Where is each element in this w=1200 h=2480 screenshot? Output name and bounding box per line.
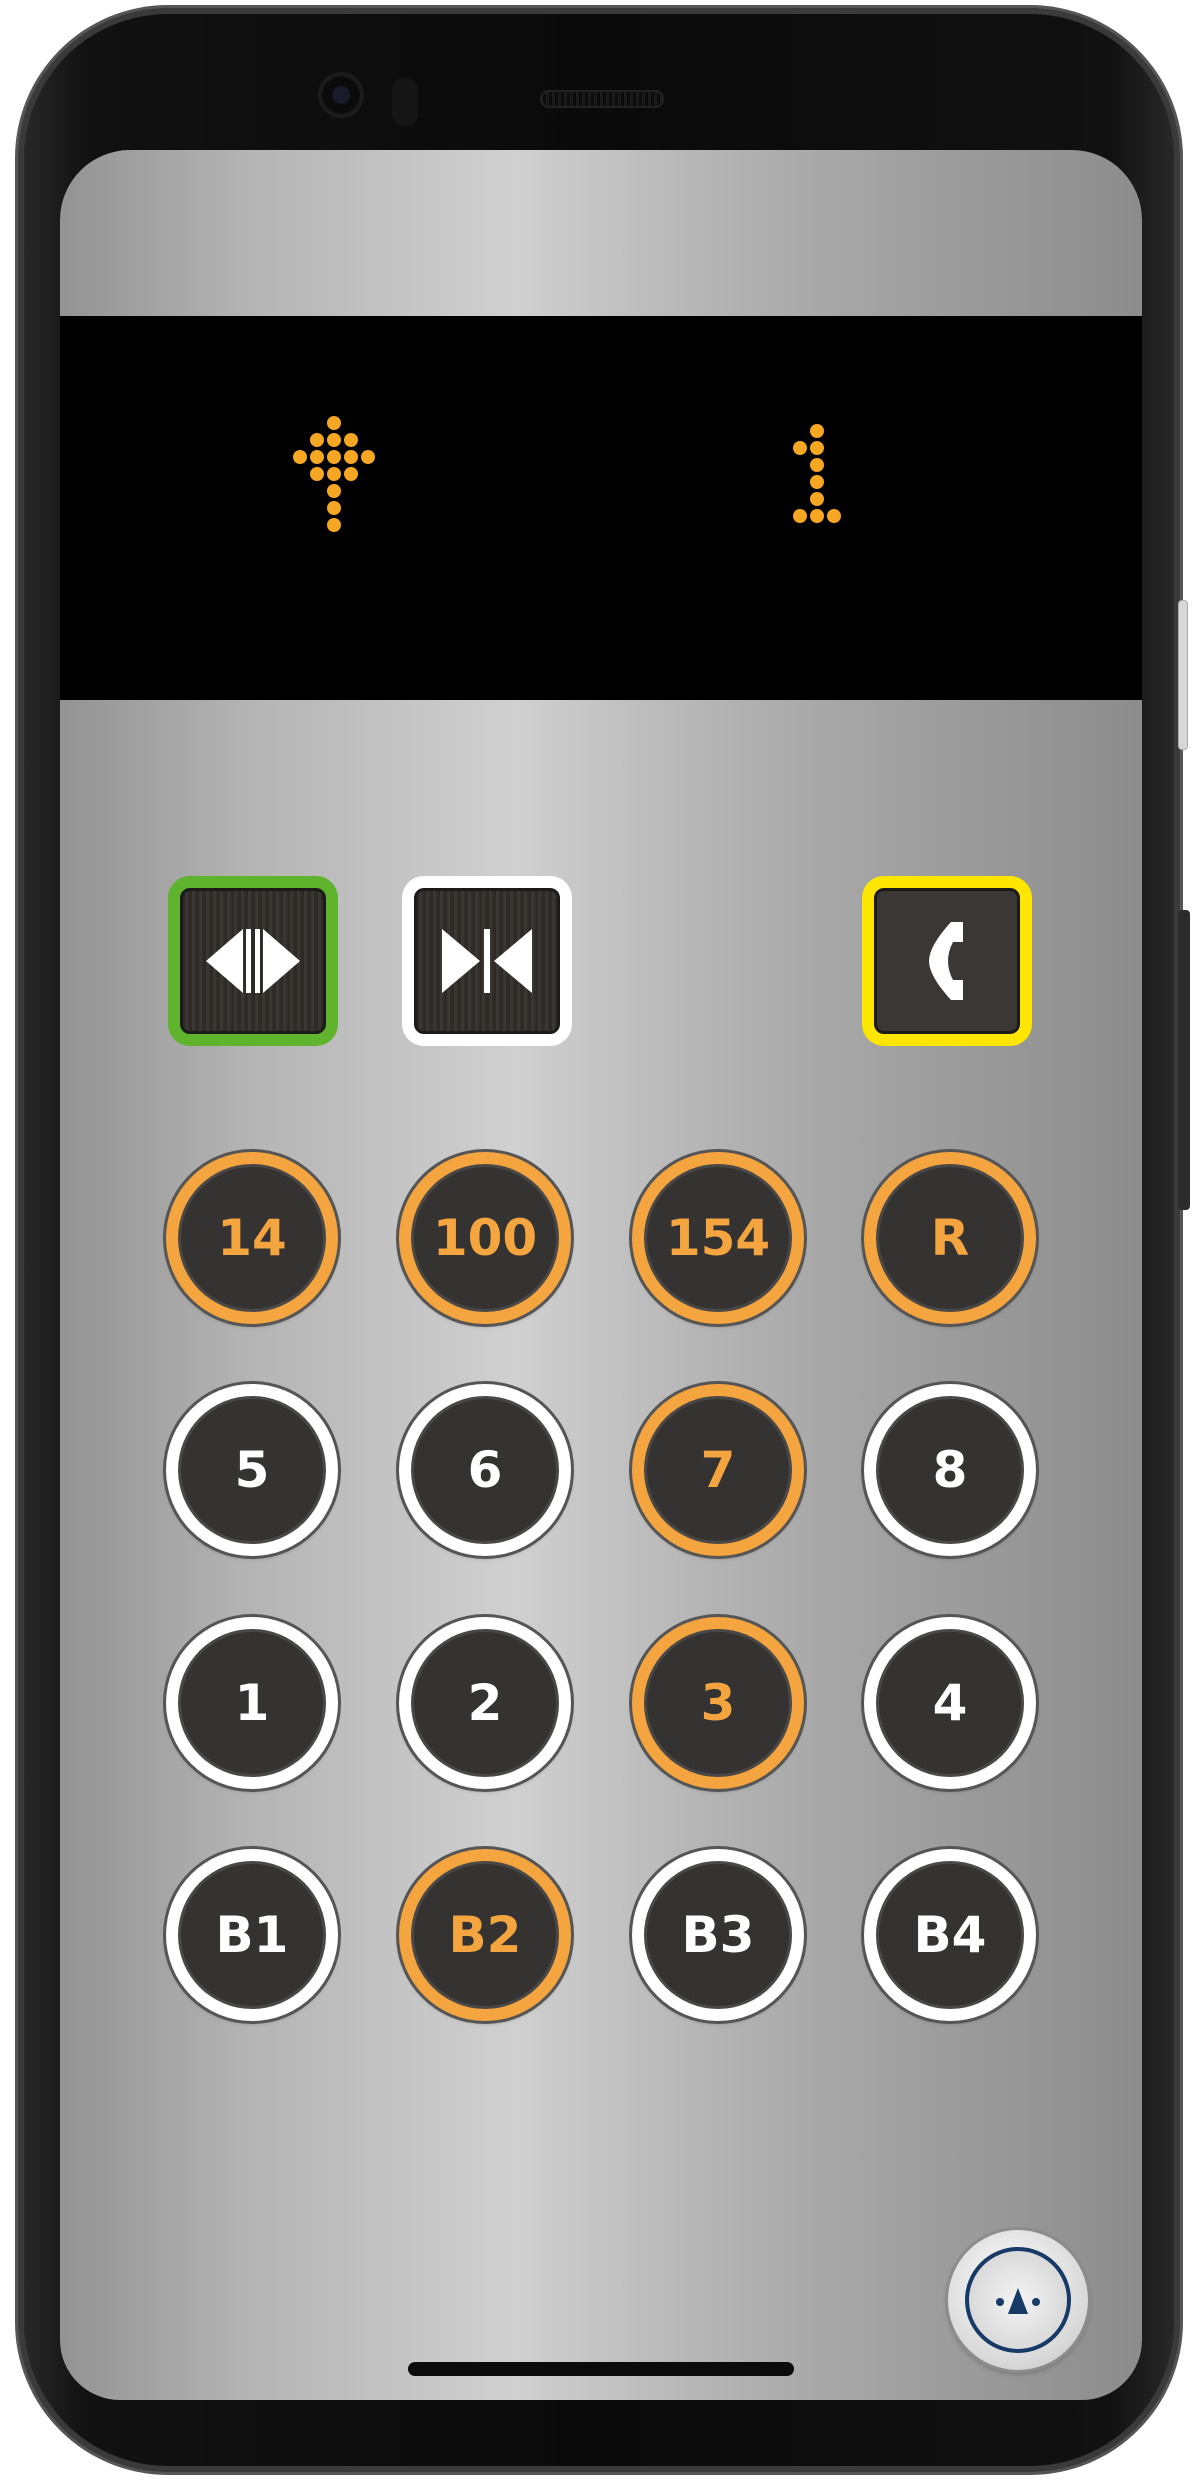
floor-button-14[interactable]: 14 xyxy=(166,1152,338,1324)
led-dot xyxy=(327,416,341,430)
led-dot xyxy=(793,509,807,523)
led-dot xyxy=(293,450,307,464)
floor-button-label: 7 xyxy=(647,1399,789,1541)
door-open-icon xyxy=(206,929,300,993)
proximity-sensor xyxy=(392,78,418,126)
led-dot xyxy=(810,509,824,523)
led-dot xyxy=(310,450,324,464)
led-dot xyxy=(310,467,324,481)
floor-button-b2[interactable]: B2 xyxy=(399,1849,571,2021)
accessibility-icon xyxy=(996,2288,1040,2314)
led-dot xyxy=(344,450,358,464)
elevator-panel: 1 14100154R56781234 xyxy=(60,150,1142,2400)
floor-button-label: 4 xyxy=(879,1632,1021,1774)
led-dot xyxy=(810,441,824,455)
floor-button-label: 1 xyxy=(181,1632,323,1774)
floor-button-label: B1 xyxy=(181,1864,323,2006)
floor-button-6[interactable]: 6 xyxy=(399,1384,571,1556)
floor-button-label: 154 xyxy=(647,1167,789,1309)
led-dot xyxy=(327,433,341,447)
led-dot xyxy=(810,458,824,472)
floor-button-label: 8 xyxy=(879,1399,1021,1541)
floor-button-b4[interactable]: B4 xyxy=(864,1849,1036,2021)
floor-button-label: 5 xyxy=(181,1399,323,1541)
front-camera xyxy=(318,72,364,118)
floor-button-label: 3 xyxy=(647,1632,789,1774)
led-dot xyxy=(810,424,824,438)
led-dot xyxy=(327,484,341,498)
earpiece-speaker xyxy=(540,90,664,108)
door-close-icon xyxy=(442,929,532,993)
led-dot xyxy=(327,501,341,515)
floor-button-label: 6 xyxy=(414,1399,556,1541)
floor-button-2[interactable]: 2 xyxy=(399,1617,571,1789)
led-dot xyxy=(327,467,341,481)
floor-button-8[interactable]: 8 xyxy=(864,1384,1036,1556)
side-button xyxy=(1178,600,1188,750)
phone-icon xyxy=(929,922,963,1000)
floor-button-label: B4 xyxy=(879,1864,1021,2006)
door-close-button[interactable] xyxy=(402,876,572,1046)
floor-button-label: 100 xyxy=(414,1167,556,1309)
floor-button-label: 14 xyxy=(181,1167,323,1309)
floor-button-7[interactable]: 7 xyxy=(632,1384,804,1556)
led-dot xyxy=(810,492,824,506)
led-dot xyxy=(310,433,324,447)
floor-button-label: B2 xyxy=(414,1864,556,2006)
accessibility-button[interactable] xyxy=(948,2230,1088,2370)
led-dot xyxy=(344,467,358,481)
floor-button-4[interactable]: 4 xyxy=(864,1617,1036,1789)
floor-indicator-display: 1 xyxy=(60,316,1142,700)
led-dot xyxy=(327,450,341,464)
floor-button-1[interactable]: 1 xyxy=(166,1617,338,1789)
home-indicator[interactable] xyxy=(408,2362,794,2376)
floor-button-5[interactable]: 5 xyxy=(166,1384,338,1556)
volume-button xyxy=(1178,910,1190,1210)
floor-button-100[interactable]: 100 xyxy=(399,1152,571,1324)
emergency-call-button[interactable] xyxy=(862,876,1032,1046)
led-dot xyxy=(793,441,807,455)
floor-button-r[interactable]: R xyxy=(864,1152,1036,1324)
led-dot xyxy=(361,450,375,464)
floor-button-b3[interactable]: B3 xyxy=(632,1849,804,2021)
led-dot xyxy=(827,509,841,523)
led-dot xyxy=(810,475,824,489)
floor-button-b1[interactable]: B1 xyxy=(166,1849,338,2021)
door-open-button[interactable] xyxy=(168,876,338,1046)
led-dot xyxy=(327,518,341,532)
floor-button-3[interactable]: 3 xyxy=(632,1617,804,1789)
floor-button-label: B3 xyxy=(647,1864,789,2006)
led-dot xyxy=(344,433,358,447)
floor-button-label: 2 xyxy=(414,1632,556,1774)
floor-button-label: R xyxy=(879,1167,1021,1309)
floor-button-154[interactable]: 154 xyxy=(632,1152,804,1324)
